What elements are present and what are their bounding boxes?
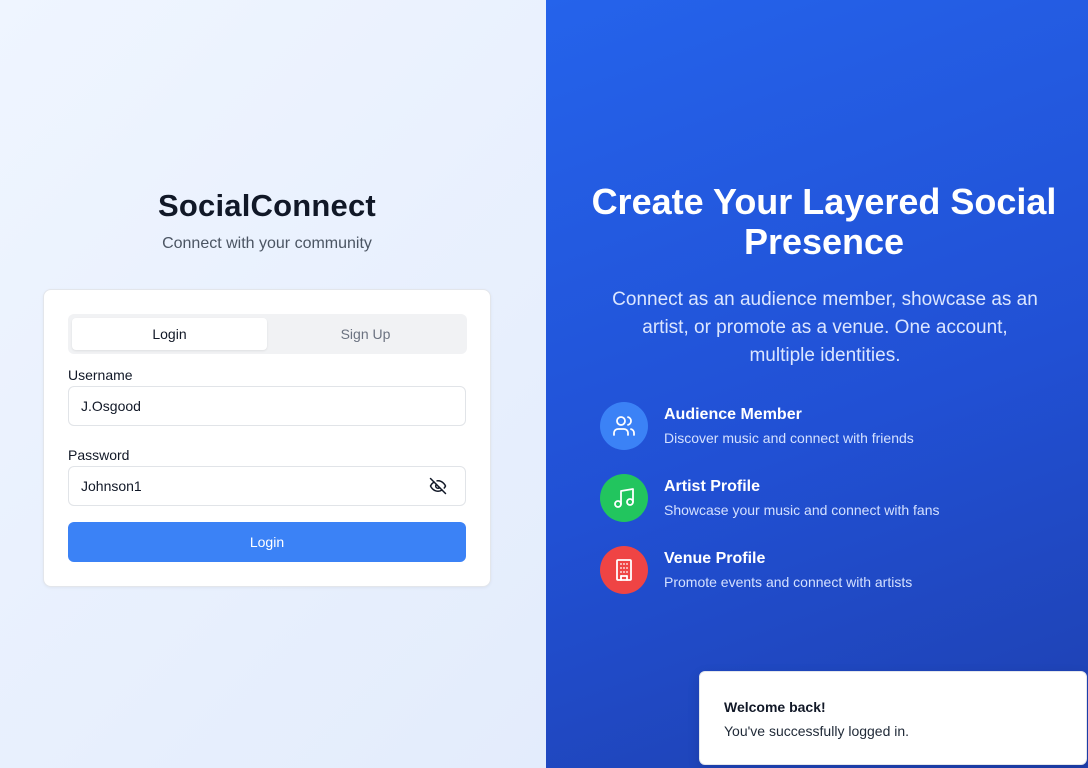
users-icon <box>600 402 648 450</box>
feature-title: Venue Profile <box>664 550 766 567</box>
music-icon <box>600 474 648 522</box>
auth-card: Login Sign Up Username Password Login <box>43 289 491 587</box>
brand-subtitle: Connect with your community <box>162 235 372 252</box>
auth-tabs: Login Sign Up <box>68 314 467 354</box>
toast-title: Welcome back! <box>724 699 826 715</box>
username-label: Username <box>68 367 133 383</box>
login-button[interactable]: Login <box>68 522 466 562</box>
feature-audience-member: Audience Member Discover music and conne… <box>600 402 1040 450</box>
feature-venue-profile: Venue Profile Promote events and connect… <box>600 546 1040 594</box>
feature-description: Discover music and connect with friends <box>664 430 914 446</box>
building-icon <box>600 546 648 594</box>
login-panel: SocialConnect Connect with your communit… <box>0 0 546 768</box>
feature-description: Promote events and connect with artists <box>664 574 913 590</box>
tab-sign-up[interactable]: Sign Up <box>268 318 463 350</box>
password-label: Password <box>68 447 130 463</box>
feature-title: Audience Member <box>664 406 802 423</box>
eye-off-icon[interactable] <box>429 477 447 495</box>
page: SocialConnect Connect with your communit… <box>0 0 1088 768</box>
username-input[interactable] <box>68 386 466 426</box>
tab-login[interactable]: Login <box>72 318 267 350</box>
feature-title: Artist Profile <box>664 478 761 495</box>
toast-message: You've successfully logged in. <box>724 723 910 739</box>
hero-description: Connect as an audience member, showcase … <box>612 289 1038 366</box>
hero-title: Create Your Layered Social Presence <box>591 181 1057 262</box>
brand-title: SocialConnect <box>158 188 376 223</box>
feature-description: Showcase your music and connect with fan… <box>664 502 940 518</box>
toast-notification[interactable]: Welcome back! You've successfully logged… <box>699 671 1087 765</box>
feature-artist-profile: Artist Profile Showcase your music and c… <box>600 474 1040 522</box>
password-input[interactable] <box>68 466 466 506</box>
hero-panel: Create Your Layered Social Presence Conn… <box>546 0 1088 768</box>
